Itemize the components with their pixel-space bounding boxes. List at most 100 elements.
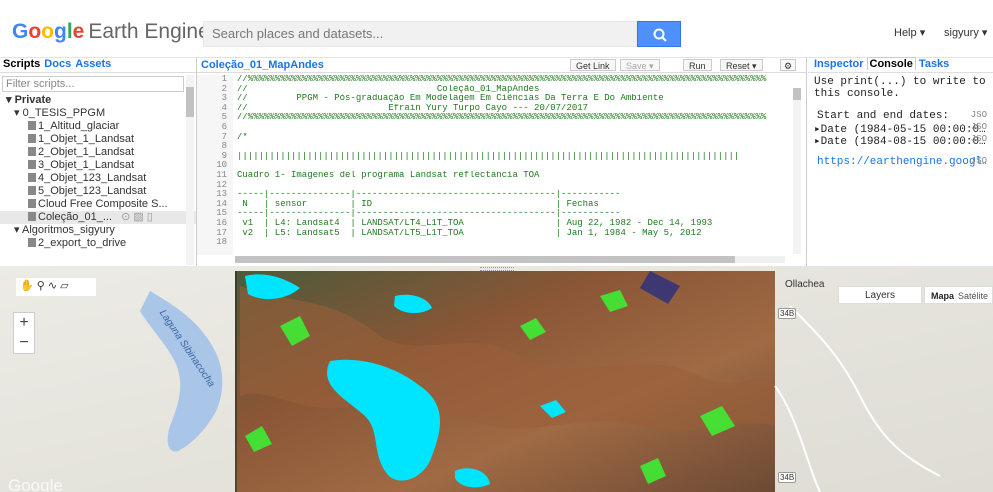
editor-horizontal-scrollbar[interactable] xyxy=(235,256,785,263)
console-entry: Start and end dates: JSO xyxy=(814,110,987,122)
line-number: 10 xyxy=(216,160,227,171)
scrollbar-thumb[interactable] xyxy=(793,88,801,100)
road-shield: 34B xyxy=(778,472,797,483)
tab-assets[interactable]: Assets xyxy=(75,58,111,70)
line-number: 5 xyxy=(221,112,227,123)
json-button[interactable]: JSO xyxy=(971,156,987,166)
console-entry[interactable]: ▸Date (1984-08-15 00:00:0… JSO xyxy=(814,134,987,146)
google-watermark: Google xyxy=(8,476,63,492)
tree-label: 2_export_to_drive xyxy=(38,237,127,249)
console-entry-text: ▸Date (1984-05-15 00:00:0… xyxy=(814,124,986,134)
get-link-button[interactable]: Get Link xyxy=(570,59,616,71)
map-type-satelite[interactable]: Satélite xyxy=(954,291,988,301)
reset-button[interactable]: Reset ▾ xyxy=(720,59,763,71)
edit-icon[interactable]: ▨ xyxy=(133,211,143,223)
user-menu-button[interactable]: sigyury ▾ xyxy=(944,26,987,39)
tree-label: Coleção_01_... xyxy=(38,211,112,223)
line-number: 8 xyxy=(221,141,227,152)
editor-toolbar: Coleção_01_MapAndes Get Link Save ▾ Run … xyxy=(197,58,806,73)
earth-engine-logo[interactable]: Google Earth Engine xyxy=(12,20,210,44)
tab-scripts[interactable]: Scripts xyxy=(3,58,40,70)
drawing-tools[interactable]: ✋ ⚲ ∿ ▱ xyxy=(16,278,96,296)
console-entry[interactable]: ▸Date (1984-05-15 00:00:0… JSO xyxy=(814,122,987,134)
map-view[interactable]: ✋ ⚲ ∿ ▱ + − Laguna Sibinacocha Ollachea … xyxy=(0,266,993,492)
tree-label: Algoritmos_sigyury xyxy=(21,224,115,236)
earth-engine-app: Google Earth Engine Search places and dat… xyxy=(0,0,993,492)
json-button[interactable]: JSO xyxy=(971,110,987,120)
line-gutter: 1 2 3 4 5 6 7 8 9 10 11 12 13 14 15 16 1… xyxy=(197,74,233,255)
tab-console[interactable]: Console xyxy=(866,57,916,70)
tree-file[interactable]: 1_Objet_1_Landsat xyxy=(0,133,196,146)
code-area[interactable]: 1 2 3 4 5 6 7 8 9 10 11 12 13 14 15 16 1… xyxy=(197,73,797,255)
tab-docs[interactable]: Docs xyxy=(44,58,71,70)
line-number: 12 xyxy=(216,179,227,190)
tree-file[interactable]: 5_Objet_123_Landsat xyxy=(0,185,196,198)
tree-folder[interactable]: ▾ Private xyxy=(0,94,196,107)
line-number: 1 xyxy=(221,74,227,84)
json-button[interactable]: JSO xyxy=(971,134,987,144)
line-number: 3 xyxy=(221,93,227,104)
right-tabs: Inspector Console Tasks xyxy=(808,57,993,73)
script-title: Coleção_01_MapAndes xyxy=(201,59,324,71)
tree-folder[interactable]: ▾ Algoritmos_sigyury xyxy=(0,224,196,237)
tree-label: 5_Objet_123_Landsat xyxy=(38,185,147,197)
gear-icon[interactable]: ⚙ xyxy=(780,59,797,71)
zoom-in-button[interactable]: + xyxy=(14,313,34,333)
tree-file[interactable]: Cloud Free Composite S... xyxy=(0,198,196,211)
tab-tasks[interactable]: Tasks xyxy=(919,58,949,70)
file-icon xyxy=(28,147,36,156)
save-button[interactable]: Save ▾ xyxy=(620,59,660,71)
tree-file[interactable]: 2_export_to_drive xyxy=(0,237,196,250)
code-line: //%%%%%%%%%%%%%%%%%%%%%%%%%%%%%%%%%%%%%%… xyxy=(237,113,767,123)
place-label: Ollachea xyxy=(785,279,825,290)
delete-icon[interactable]: ▯ xyxy=(147,211,153,223)
code-line: // Coleção_01_MapAndes xyxy=(237,84,540,94)
script-tree: ▾ Private ▾ 0_TESIS_PPGM 1_Altitud_glaci… xyxy=(0,94,196,250)
rename-icon[interactable]: ⊙ xyxy=(121,211,130,223)
json-button[interactable]: JSO xyxy=(971,122,987,132)
console-link[interactable]: https://earthengine.googl… xyxy=(817,156,987,168)
tree-folder[interactable]: ▾ 0_TESIS_PPGM xyxy=(0,107,196,120)
scrollbar-thumb[interactable] xyxy=(235,256,735,263)
tree-file[interactable]: 1_Altitud_glaciar xyxy=(0,120,196,133)
scrollbar-thumb[interactable] xyxy=(186,87,194,117)
tree-file[interactable]: 3_Objet_1_Landsat xyxy=(0,159,196,172)
search-button[interactable] xyxy=(637,21,681,47)
zoom-out-button[interactable]: − xyxy=(14,333,34,353)
chevron-down-icon: ▾ xyxy=(919,27,926,39)
tree-label: Cloud Free Composite S... xyxy=(38,198,168,210)
line-number: 4 xyxy=(221,102,227,113)
line-number: 6 xyxy=(221,121,227,132)
line-number: 13 xyxy=(216,189,227,200)
console-output: Use print(...) to write to this console.… xyxy=(808,73,993,171)
logo-letter: G xyxy=(12,20,29,43)
help-menu-button[interactable]: Help ▾ xyxy=(894,26,925,39)
tree-file[interactable]: 2_Objet_1_Landsat xyxy=(0,146,196,159)
code-line: v2 | L5: Landsat5 | LANDSAT/LT5_L1T_TOA … xyxy=(237,228,702,238)
editor-vertical-scrollbar[interactable] xyxy=(793,88,801,254)
map-type-mapa[interactable]: Mapa xyxy=(925,291,954,301)
logo-letter: g xyxy=(54,20,67,43)
line-number: 9 xyxy=(221,150,227,161)
run-button[interactable]: Run xyxy=(683,59,712,71)
tree-file[interactable]: 4_Objet_123_Landsat xyxy=(0,172,196,185)
panel-resize-handle[interactable] xyxy=(480,267,514,271)
tab-inspector[interactable]: Inspector xyxy=(814,58,864,70)
line-number: 16 xyxy=(216,217,227,228)
console-entry[interactable]: https://earthengine.googl… JSO xyxy=(814,156,987,168)
tree-file-selected[interactable]: Coleção_01_... ⊙ ▨ ▯ xyxy=(0,211,196,224)
top-header: Google Earth Engine Search places and dat… xyxy=(0,0,993,58)
filter-scripts-input[interactable]: Filter scripts... xyxy=(2,76,184,92)
file-icon xyxy=(28,199,36,208)
scripts-scrollbar[interactable] xyxy=(186,75,194,265)
layers-button[interactable]: Layers xyxy=(838,286,922,304)
code-editor-panel: Coleção_01_MapAndes Get Link Save ▾ Run … xyxy=(197,58,807,266)
line-number: 18 xyxy=(216,237,227,248)
code-lines: //%%%%%%%%%%%%%%%%%%%%%%%%%%%%%%%%%%%%%%… xyxy=(237,75,797,248)
search-input[interactable]: Search places and datasets... xyxy=(203,21,637,47)
scripts-panel: Scripts Docs Assets Filter scripts... ▾ Pr… xyxy=(0,58,197,266)
code-line: -----|---------------|------------------… xyxy=(237,209,621,219)
save-label: Save xyxy=(626,61,647,71)
